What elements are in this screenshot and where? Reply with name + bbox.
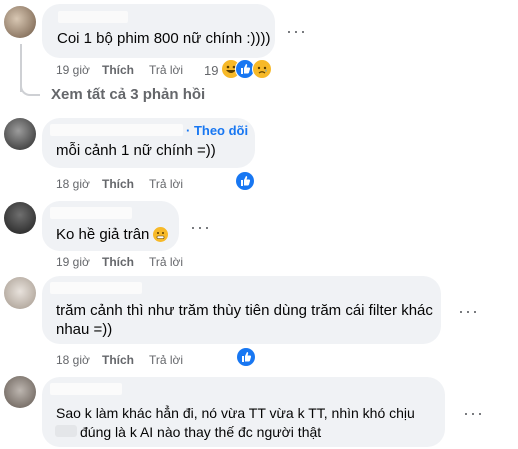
comment-text-line2: đúng là k AI nào thay thế đc người thật xyxy=(80,424,322,440)
avatar[interactable] xyxy=(4,376,36,408)
like-icon xyxy=(236,172,254,190)
author-name-redacted xyxy=(50,207,132,219)
like-link[interactable]: Thích xyxy=(102,255,134,269)
reaction-count[interactable]: 19 xyxy=(204,63,218,78)
like-link[interactable]: Thích xyxy=(102,63,134,77)
blurred-text xyxy=(55,425,77,437)
comment-time[interactable]: 18 giờ xyxy=(56,177,90,191)
reply-thread-curve xyxy=(20,80,40,96)
author-name-redacted xyxy=(50,124,183,136)
comment-time[interactable]: 18 giờ xyxy=(56,353,90,367)
view-all-replies-link[interactable]: Xem tất cả 3 phản hồi xyxy=(51,85,205,105)
like-link[interactable]: Thích xyxy=(102,177,134,191)
comment-text-line1: trăm cảnh thì như trăm thùy tiên dùng tr… xyxy=(56,302,433,319)
avatar[interactable] xyxy=(4,118,36,150)
author-name-redacted xyxy=(58,11,128,23)
avatar[interactable] xyxy=(4,202,36,234)
grimace-emoji-icon xyxy=(153,227,168,242)
more-options-icon[interactable]: ··· xyxy=(463,404,484,422)
more-options-icon[interactable]: ··· xyxy=(286,22,307,40)
more-options-icon[interactable]: ··· xyxy=(458,302,479,320)
avatar[interactable] xyxy=(4,6,36,38)
more-options-icon[interactable]: ··· xyxy=(190,218,211,236)
like-link[interactable]: Thích xyxy=(102,353,134,367)
comment-time[interactable]: 19 giờ xyxy=(56,255,90,269)
reply-link[interactable]: Trả lời xyxy=(149,177,183,191)
like-icon xyxy=(237,348,255,366)
comment-text: Coi 1 bộ phim 800 nữ chính :)))) xyxy=(57,30,271,47)
comment-time[interactable]: 19 giờ xyxy=(56,63,90,77)
author-name-redacted xyxy=(50,383,122,395)
avatar[interactable] xyxy=(4,277,36,309)
reply-link[interactable]: Trả lời xyxy=(149,63,183,77)
author-name-redacted xyxy=(50,282,142,294)
comment-text: mỗi cảnh 1 nữ chính =)) xyxy=(56,142,216,159)
comment-text-content: Ko hề giả trân xyxy=(56,226,150,243)
comment-text: Ko hề giả trân xyxy=(56,225,149,245)
reply-link[interactable]: Trả lời xyxy=(149,353,183,367)
reply-link[interactable]: Trả lời xyxy=(149,255,183,269)
sad-icon xyxy=(252,59,272,79)
comment-text-line1: Sao k làm khác hẳn đi, nó vừa TT vừa k T… xyxy=(56,405,415,421)
follow-link[interactable]: · Theo dõi xyxy=(186,123,248,139)
comment-text-line2: nhau =)) xyxy=(56,321,113,338)
